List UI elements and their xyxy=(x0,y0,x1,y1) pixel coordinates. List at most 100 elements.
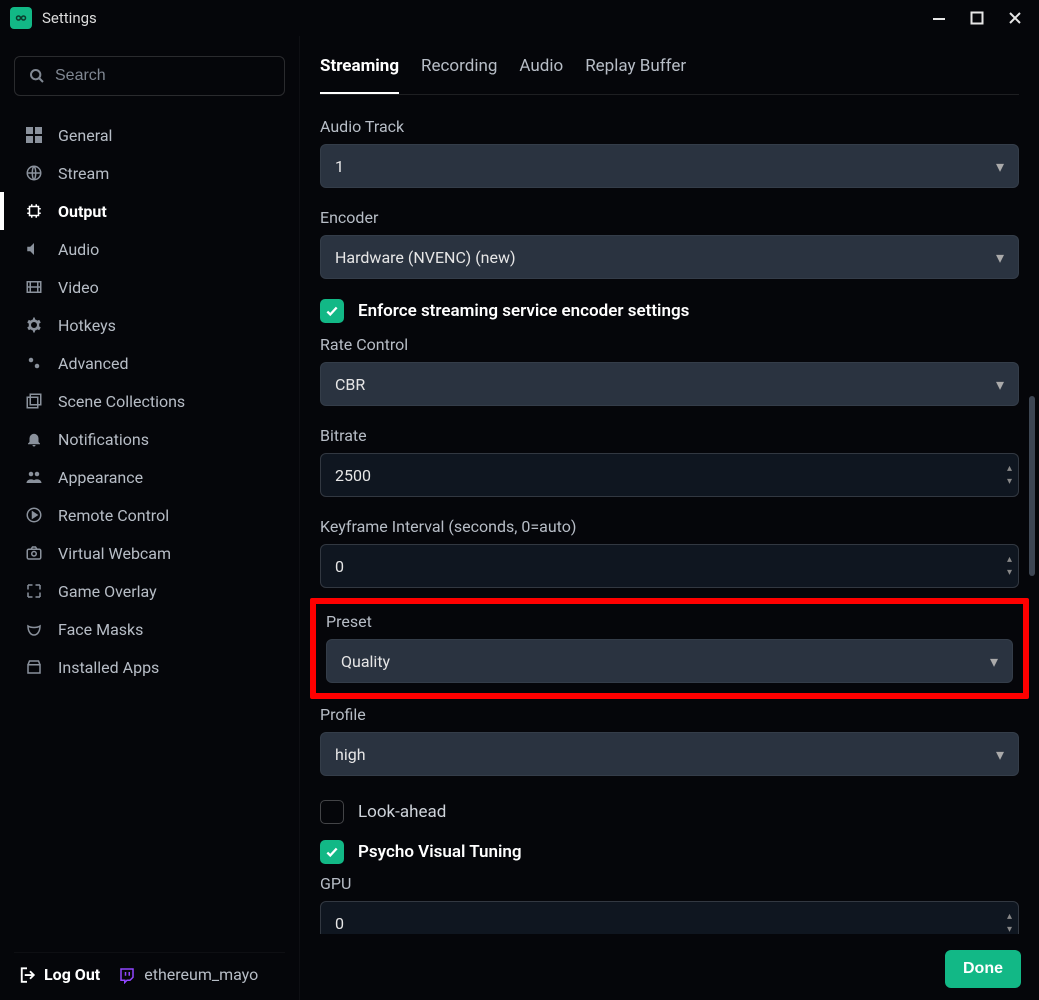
mask-icon xyxy=(24,619,44,639)
sidebar-nav: General Stream Output Audio Video xyxy=(14,116,285,686)
sidebar-item-label: Scene Collections xyxy=(58,392,185,411)
keyframe-field: Keyframe Interval (seconds, 0=auto) 0 ▴▾ xyxy=(320,517,1019,588)
bitrate-input[interactable]: 2500 ▴▾ xyxy=(320,453,1019,497)
psycho-checkbox[interactable] xyxy=(320,840,344,864)
gpu-field: GPU 0 ▴▾ xyxy=(320,874,1019,934)
sidebar-item-scene-collections[interactable]: Scene Collections xyxy=(14,382,285,420)
titlebar: Settings xyxy=(0,0,1039,36)
select-value: 1 xyxy=(335,157,344,176)
audio-track-select[interactable]: 1 ▾ xyxy=(320,144,1019,188)
app-icon xyxy=(10,7,32,29)
look-ahead-row: Look-ahead xyxy=(320,800,1019,824)
preset-field: Preset Quality ▾ xyxy=(326,612,1013,683)
search-icon xyxy=(29,68,45,84)
input-value: 2500 xyxy=(335,466,371,485)
maximize-button[interactable] xyxy=(963,4,991,32)
audio-track-field: Audio Track 1 ▾ xyxy=(320,117,1019,188)
content-area: Streaming Recording Audio Replay Buffer … xyxy=(300,36,1039,934)
sidebar-item-output[interactable]: Output xyxy=(14,192,285,230)
preset-label: Preset xyxy=(326,612,1013,631)
footer: Done xyxy=(300,934,1039,1000)
expand-icon xyxy=(24,581,44,601)
spinner-control[interactable]: ▴▾ xyxy=(1007,554,1012,578)
sidebar-item-label: Output xyxy=(58,202,107,221)
sidebar-item-label: Advanced xyxy=(58,354,129,373)
tab-recording[interactable]: Recording xyxy=(421,56,497,84)
tab-streaming[interactable]: Streaming xyxy=(320,56,399,84)
search-input[interactable] xyxy=(55,67,270,85)
user-chip[interactable]: ethereum_mayo xyxy=(118,965,258,984)
volume-icon xyxy=(24,239,44,259)
logout-button[interactable]: Log Out xyxy=(18,965,100,984)
sidebar-item-stream[interactable]: Stream xyxy=(14,154,285,192)
profile-label: Profile xyxy=(320,705,1019,724)
profile-select[interactable]: high ▾ xyxy=(320,732,1019,776)
gpu-input[interactable]: 0 ▴▾ xyxy=(320,901,1019,934)
enforce-row: Enforce streaming service encoder settin… xyxy=(320,299,1019,323)
sidebar-item-appearance[interactable]: Appearance xyxy=(14,458,285,496)
psycho-label: Psycho Visual Tuning xyxy=(358,842,522,862)
bitrate-label: Bitrate xyxy=(320,426,1019,445)
sidebar-item-label: Face Masks xyxy=(58,620,143,639)
sidebar-footer: Log Out ethereum_mayo xyxy=(14,952,285,990)
keyframe-input[interactable]: 0 ▴▾ xyxy=(320,544,1019,588)
username: ethereum_mayo xyxy=(144,965,258,984)
look-ahead-checkbox[interactable] xyxy=(320,800,344,824)
sidebar-item-remote-control[interactable]: Remote Control xyxy=(14,496,285,534)
chevron-down-icon: ▾ xyxy=(996,745,1004,764)
input-value: 0 xyxy=(335,557,344,576)
encoder-field: Encoder Hardware (NVENC) (new) ▾ xyxy=(320,208,1019,279)
grid-icon xyxy=(24,125,44,145)
chevron-down-icon: ▾ xyxy=(990,652,998,671)
twitch-icon xyxy=(118,966,136,984)
store-icon xyxy=(24,657,44,677)
sidebar-item-installed-apps[interactable]: Installed Apps xyxy=(14,648,285,686)
sidebar-item-label: Stream xyxy=(58,164,109,183)
sidebar-item-hotkeys[interactable]: Hotkeys xyxy=(14,306,285,344)
camera-icon xyxy=(24,543,44,563)
chevron-down-icon: ▾ xyxy=(996,248,1004,267)
spinner-control[interactable]: ▴▾ xyxy=(1007,911,1012,934)
sidebar-item-face-masks[interactable]: Face Masks xyxy=(14,610,285,648)
logout-icon xyxy=(18,966,36,984)
tab-replay-buffer[interactable]: Replay Buffer xyxy=(585,56,686,84)
sidebar-item-label: Game Overlay xyxy=(58,582,157,601)
scrollbar-thumb[interactable] xyxy=(1029,396,1035,576)
bell-icon xyxy=(24,429,44,449)
select-value: Quality xyxy=(341,652,390,671)
sidebar-item-general[interactable]: General xyxy=(14,116,285,154)
sidebar-item-virtual-webcam[interactable]: Virtual Webcam xyxy=(14,534,285,572)
sidebar-item-label: Notifications xyxy=(58,430,149,449)
sidebar-item-label: Installed Apps xyxy=(58,658,159,677)
sidebar-item-video[interactable]: Video xyxy=(14,268,285,306)
gpu-label: GPU xyxy=(320,874,1019,893)
play-circle-icon xyxy=(24,505,44,525)
select-value: high xyxy=(335,745,366,764)
sidebar-item-advanced[interactable]: Advanced xyxy=(14,344,285,382)
search-field[interactable] xyxy=(14,56,285,96)
sidebar: General Stream Output Audio Video xyxy=(0,36,300,1000)
globe-icon xyxy=(24,163,44,183)
enforce-checkbox[interactable] xyxy=(320,299,344,323)
people-icon xyxy=(24,467,44,487)
chip-icon xyxy=(24,201,44,221)
close-button[interactable] xyxy=(1001,4,1029,32)
enforce-label: Enforce streaming service encoder settin… xyxy=(358,301,689,321)
rate-control-select[interactable]: CBR ▾ xyxy=(320,362,1019,406)
sidebar-item-audio[interactable]: Audio xyxy=(14,230,285,268)
encoder-select[interactable]: Hardware (NVENC) (new) ▾ xyxy=(320,235,1019,279)
encoder-label: Encoder xyxy=(320,208,1019,227)
sidebar-item-notifications[interactable]: Notifications xyxy=(14,420,285,458)
sidebar-item-label: Remote Control xyxy=(58,506,169,525)
rate-control-label: Rate Control xyxy=(320,335,1019,354)
minimize-button[interactable] xyxy=(925,4,953,32)
sidebar-item-game-overlay[interactable]: Game Overlay xyxy=(14,572,285,610)
tab-audio[interactable]: Audio xyxy=(519,56,563,84)
spinner-control[interactable]: ▴▾ xyxy=(1007,463,1012,487)
done-button[interactable]: Done xyxy=(945,950,1021,988)
chevron-down-icon: ▾ xyxy=(996,375,1004,394)
output-tabs: Streaming Recording Audio Replay Buffer xyxy=(320,56,1019,95)
bitrate-field: Bitrate 2500 ▴▾ xyxy=(320,426,1019,497)
preset-select[interactable]: Quality ▾ xyxy=(326,639,1013,683)
profile-field: Profile high ▾ xyxy=(320,705,1019,776)
